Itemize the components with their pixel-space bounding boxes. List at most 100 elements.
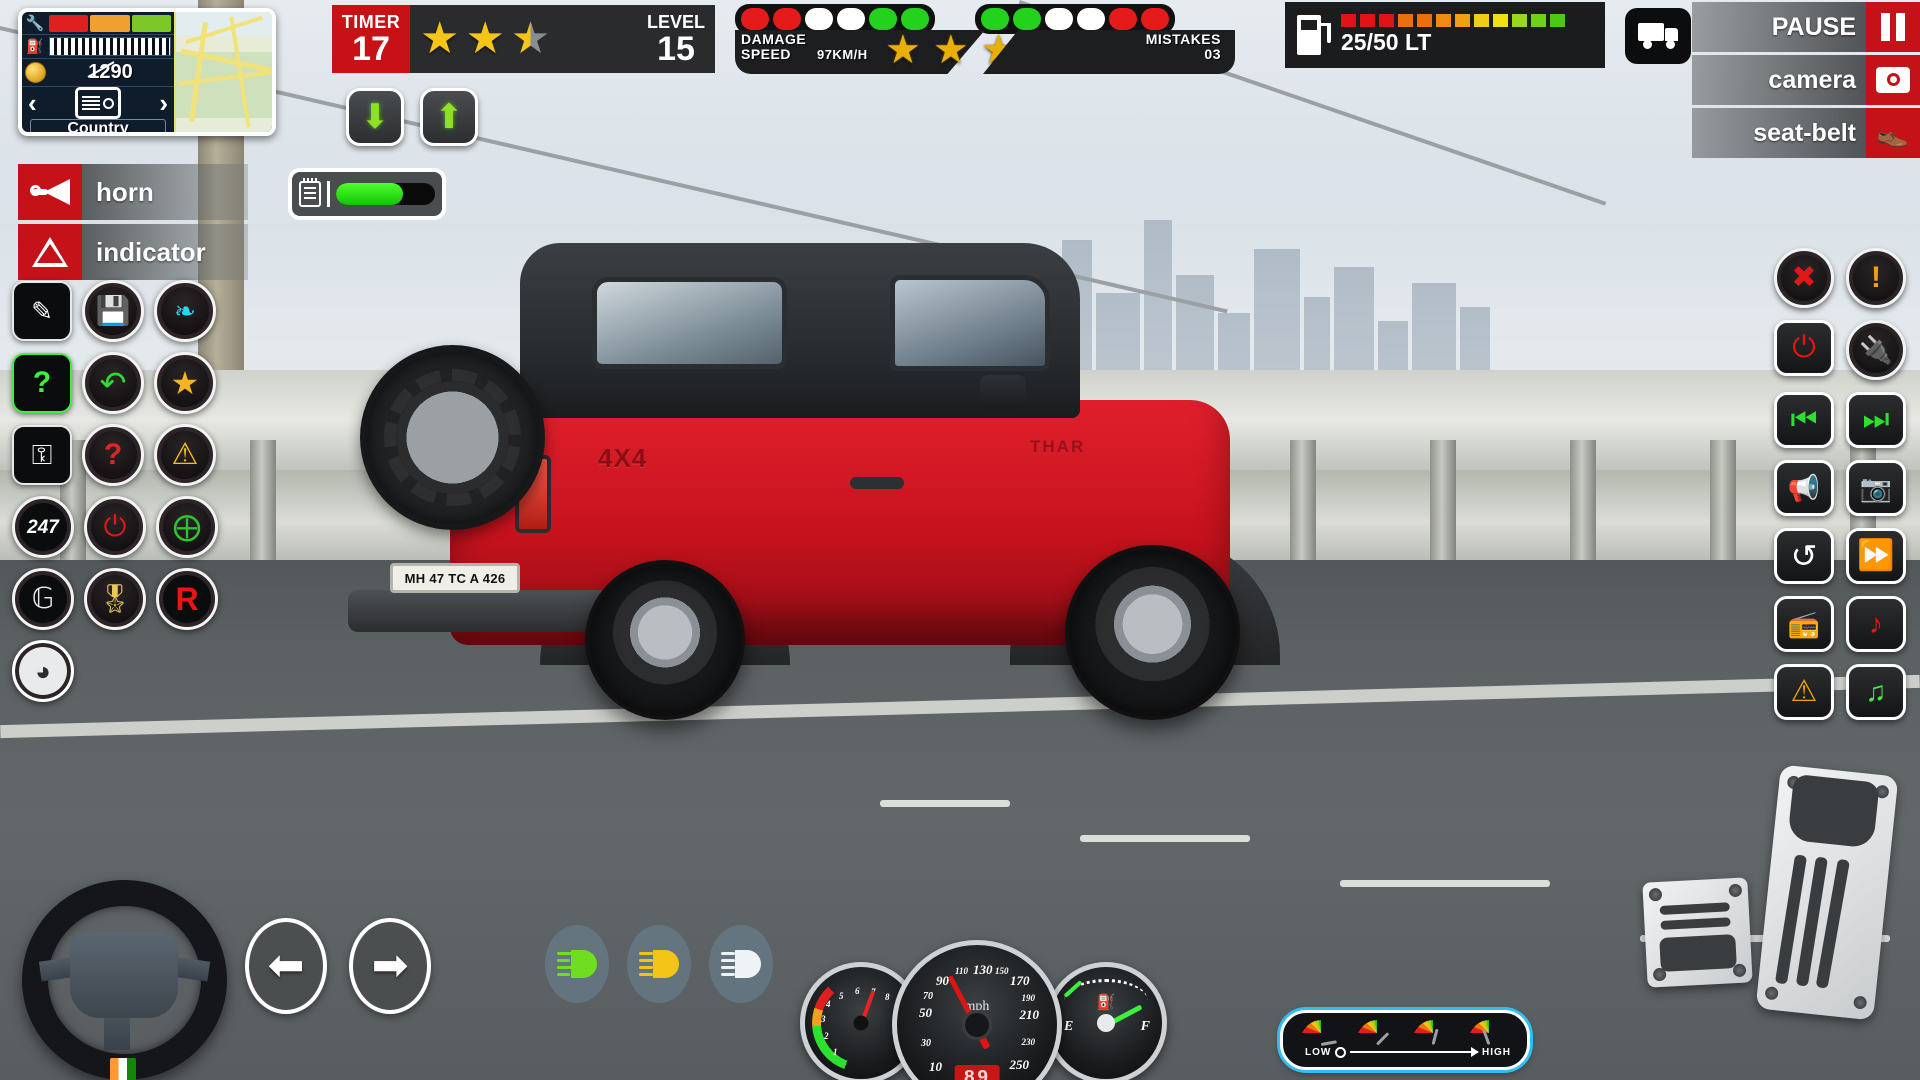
music-mute-button[interactable]: ♪ bbox=[1846, 596, 1906, 652]
horn-label: horn bbox=[82, 164, 248, 220]
reverse-gear-button[interactable]: R bbox=[156, 568, 218, 630]
engine-piston-icon: 𝔾 bbox=[31, 582, 55, 615]
tacho-tick: 6 bbox=[855, 986, 860, 996]
previous-track-button[interactable]: ⏮ bbox=[1774, 392, 1834, 448]
speedo-tick: 190 bbox=[1021, 993, 1036, 1003]
minimap[interactable] bbox=[174, 12, 272, 132]
pause-label: PAUSE bbox=[1692, 2, 1866, 52]
brake-pedal[interactable] bbox=[1642, 877, 1753, 988]
indicator-label: indicator bbox=[82, 224, 248, 280]
horn-button[interactable]: horn bbox=[18, 164, 248, 220]
speed-value: 97KM/H bbox=[816, 46, 868, 62]
question-button[interactable]: ? bbox=[82, 424, 144, 486]
close-x-icon: ✖ bbox=[1791, 261, 1817, 294]
speed-247-button[interactable]: 247 bbox=[12, 496, 74, 558]
fuel-level-strip bbox=[49, 37, 171, 56]
camera-photo-button[interactable]: 📷 bbox=[1846, 460, 1906, 516]
fuel-empty-label: E bbox=[1064, 1019, 1074, 1034]
radio-prev-button[interactable]: ‹ bbox=[28, 90, 37, 116]
next-track-button[interactable]: ⏭ bbox=[1846, 392, 1906, 448]
progress-bar bbox=[336, 183, 435, 205]
low-beam-button[interactable] bbox=[627, 925, 691, 1003]
tacho-tick: 2 bbox=[824, 1031, 829, 1041]
next-track-icon: ⏭ bbox=[1862, 403, 1890, 436]
save-button[interactable]: 💾 bbox=[82, 280, 144, 342]
restart-button[interactable]: ↺ bbox=[1774, 528, 1834, 584]
difficulty-knob[interactable] bbox=[1335, 1046, 1347, 1058]
engine-button[interactable]: 𝔾 bbox=[12, 568, 74, 630]
share-button[interactable]: ❧ bbox=[154, 280, 216, 342]
rail-post bbox=[1430, 440, 1456, 580]
difficulty-slider-panel[interactable]: LOW HIGH bbox=[1280, 1010, 1530, 1070]
zoom-plus-icon: ⨁ bbox=[173, 511, 201, 542]
camera-button[interactable]: camera bbox=[1692, 55, 1920, 105]
rail-post bbox=[1710, 440, 1736, 580]
zoom-plus-button[interactable]: ⨁ bbox=[156, 496, 218, 558]
radio-next-button[interactable]: › bbox=[159, 90, 168, 116]
radio-icon: 📻 bbox=[1787, 609, 1821, 639]
indicator-button[interactable]: indicator bbox=[18, 224, 248, 280]
high-beam-button[interactable] bbox=[709, 925, 773, 1003]
edit-note-button[interactable]: ✎ bbox=[12, 281, 72, 341]
top-right-menu: PAUSE camera seat-belt 👞 bbox=[1692, 2, 1920, 161]
pause-button[interactable]: PAUSE bbox=[1692, 2, 1920, 52]
warning-button[interactable]: ⚠ bbox=[1774, 664, 1834, 720]
fog-light-button[interactable] bbox=[545, 925, 609, 1003]
left-icon-grid: ✎ 💾 ❧ ? ↶ ★ ⚿ ? ⚠ 247 ⏻ ⨁ 𝔾 🎖 R ◕ bbox=[12, 280, 242, 712]
alert-info-button[interactable]: ! bbox=[1846, 248, 1906, 308]
spark-plug-icon: 🔌 bbox=[1859, 334, 1893, 365]
speedo-tick: 150 bbox=[995, 966, 1009, 976]
difficulty-high-label: HIGH bbox=[1482, 1046, 1511, 1058]
lane-marking bbox=[880, 800, 1010, 807]
power-off-button[interactable]: ⏻ bbox=[84, 496, 146, 558]
undo-button[interactable]: ↶ bbox=[82, 352, 144, 414]
fuel-full-label: F bbox=[1140, 1019, 1150, 1034]
award-button[interactable]: 🎖 bbox=[84, 568, 146, 630]
speedo-tick: 110 bbox=[955, 966, 969, 976]
gear-shifter-button[interactable]: ⚿ bbox=[12, 425, 72, 485]
help-button[interactable]: ? bbox=[12, 353, 72, 413]
vehicle-select-button[interactable] bbox=[1625, 8, 1691, 64]
lane-marking bbox=[1080, 835, 1250, 842]
horn-icon bbox=[18, 164, 82, 220]
right-grid-row: ↺ ⏩ bbox=[1746, 528, 1906, 584]
gear-up-button[interactable]: ⬆ bbox=[420, 88, 478, 146]
arrow-up-icon: ⬆ bbox=[434, 98, 464, 136]
spark-plug-button[interactable]: 🔌 bbox=[1846, 320, 1906, 380]
seatbelt-button[interactable]: seat-belt 👞 bbox=[1692, 108, 1920, 158]
license-plate: MH 47 TC A 426 bbox=[390, 563, 520, 593]
fuel-pump-icon bbox=[1297, 15, 1331, 55]
icon-grid-row: 247 ⏻ ⨁ bbox=[12, 496, 242, 558]
award-medal-icon: 🎖 bbox=[97, 583, 133, 614]
turn-right-button[interactable]: ➡ bbox=[349, 918, 431, 1014]
music-button[interactable]: ♫ bbox=[1846, 664, 1906, 720]
alert-button[interactable]: ⚠ bbox=[154, 424, 216, 486]
difficulty-track[interactable]: LOW HIGH bbox=[1305, 1045, 1511, 1059]
right-grid-row: 📻 ♪ bbox=[1746, 596, 1906, 652]
favorite-button[interactable]: ★ bbox=[154, 352, 216, 414]
fuel-gauge-button[interactable]: ◕ bbox=[12, 640, 74, 702]
horn-sound-button[interactable]: 📢 bbox=[1774, 460, 1834, 516]
level-box: LEVEL 15 bbox=[647, 12, 705, 66]
rail-post bbox=[250, 440, 276, 580]
difficulty-gauge-1 bbox=[1299, 1020, 1343, 1046]
turn-left-button[interactable]: ⬅ bbox=[245, 918, 327, 1014]
fast-forward-button[interactable]: ⏩ bbox=[1846, 528, 1906, 584]
rating-star-1: ★ bbox=[420, 14, 460, 63]
gear-down-button[interactable]: ⬇ bbox=[346, 88, 404, 146]
side-mirror bbox=[980, 375, 1026, 409]
difficulty-gauge-3 bbox=[1411, 1020, 1455, 1046]
steering-wheel[interactable] bbox=[22, 880, 227, 1080]
fuel-row: ⛽ bbox=[22, 35, 174, 59]
fog-light-icon bbox=[557, 950, 597, 978]
difficulty-gauge-2 bbox=[1355, 1020, 1399, 1046]
close-button[interactable]: ✖ bbox=[1774, 248, 1834, 308]
radio-button[interactable]: 📻 bbox=[1774, 596, 1834, 652]
fuel-hub bbox=[1097, 1014, 1115, 1032]
camera-icon: 📷 bbox=[1859, 473, 1893, 503]
mission-progress-widget[interactable] bbox=[288, 168, 446, 220]
badge-4x4: 4X4 bbox=[598, 443, 648, 473]
engine-power-button[interactable]: ⏻ bbox=[1774, 320, 1834, 376]
difficulty-gauge-4 bbox=[1467, 1020, 1511, 1046]
help-question-icon: ? bbox=[32, 366, 52, 399]
